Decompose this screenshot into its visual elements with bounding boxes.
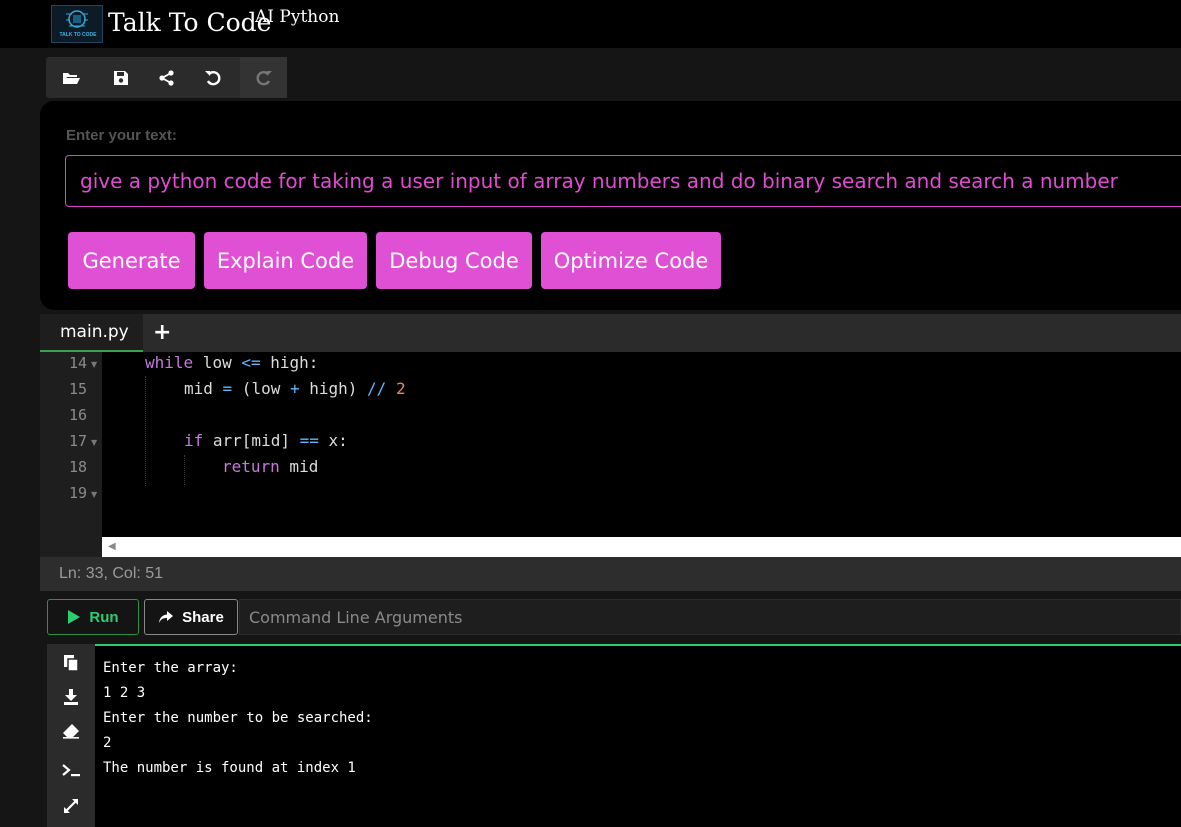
fold-arrow-icon[interactable]: ▼: [91, 360, 97, 369]
app-subtitle: AI Python: [255, 7, 340, 27]
prompt-input[interactable]: give a python code for taking a user inp…: [65, 155, 1181, 207]
copy-output-button[interactable]: [61, 653, 81, 673]
line-number: 17: [68, 432, 87, 450]
app-logo[interactable]: TALK TO CODE: [51, 5, 103, 43]
share-arrow-icon: [159, 611, 174, 623]
optimize-code-button[interactable]: Optimize Code: [541, 232, 721, 289]
scroll-left-icon[interactable]: ◀: [108, 541, 116, 552]
code-line: return mid: [222, 457, 319, 476]
terminal-line: Enter the array:: [103, 660, 238, 676]
download-output-button[interactable]: [61, 687, 81, 707]
indent-guide: [145, 376, 146, 486]
add-tab-button[interactable]: +: [153, 322, 171, 344]
redo-icon: [256, 70, 272, 85]
prompt-label: Enter your text:: [66, 127, 177, 144]
explain-code-button[interactable]: Explain Code: [204, 232, 367, 289]
run-label: Run: [89, 608, 119, 626]
download-icon: [64, 689, 78, 705]
line-number: 16: [68, 406, 87, 424]
fold-arrow-icon[interactable]: ▼: [91, 438, 97, 447]
generate-button[interactable]: Generate: [68, 232, 195, 289]
undo-icon: [205, 70, 221, 85]
file-toolbar: [46, 57, 287, 98]
save-button[interactable]: [98, 57, 144, 98]
command-line-arguments-input[interactable]: Command Line Arguments: [239, 599, 1181, 635]
open-file-button[interactable]: [48, 57, 94, 98]
tab-main-py[interactable]: main.py: [40, 314, 143, 352]
terminal-line: 2: [103, 735, 112, 751]
terminal-line: The number is found at index 1: [103, 760, 356, 776]
expand-icon: [64, 799, 78, 813]
share-label: Share: [182, 608, 224, 626]
indent-guide: [184, 455, 185, 485]
clear-output-button[interactable]: [61, 721, 81, 741]
debug-code-button[interactable]: Debug Code: [376, 232, 532, 289]
editor-status: Ln: 33, Col: 51: [40, 557, 1181, 591]
line-number: 15: [68, 380, 87, 398]
run-button[interactable]: Run: [47, 599, 139, 635]
fold-arrow-icon[interactable]: ▼: [91, 490, 97, 499]
editor-tab-bar: [40, 314, 1181, 352]
terminal-mode-button[interactable]: [61, 760, 81, 780]
eraser-icon: [63, 724, 79, 739]
line-number: 14: [68, 354, 87, 372]
share-button[interactable]: Share: [144, 599, 238, 635]
code-line: mid = (low + high) // 2: [184, 379, 406, 398]
horizontal-scrollbar[interactable]: [102, 537, 1181, 557]
redo-button[interactable]: [240, 57, 287, 98]
folder-open-icon: [63, 72, 80, 84]
line-number: 18: [68, 458, 87, 476]
terminal-line: Enter the number to be searched:: [103, 710, 373, 726]
terminal-line: 1 2 3: [103, 685, 146, 701]
line-number: 19: [68, 484, 87, 502]
app-title: Talk To Code: [108, 8, 272, 37]
undo-button[interactable]: [190, 57, 236, 98]
save-icon: [114, 70, 128, 85]
copy-icon: [64, 655, 79, 672]
logo-text: TALK TO CODE: [59, 32, 97, 38]
fullscreen-button[interactable]: [61, 796, 81, 816]
terminal-icon: [62, 764, 80, 777]
code-line: if arr[mid] == x:: [184, 431, 348, 450]
terminal-output[interactable]: [95, 644, 1181, 827]
play-icon: [68, 610, 81, 624]
share-file-button[interactable]: [144, 57, 190, 98]
code-line: while low <= high:: [145, 353, 319, 372]
share-icon: [159, 69, 174, 86]
